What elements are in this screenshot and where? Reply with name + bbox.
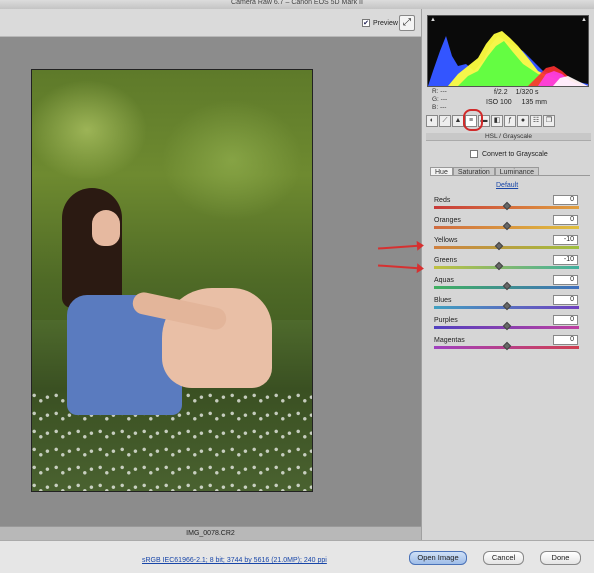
iso: ISO 100	[486, 99, 512, 106]
preview-label: Preview	[373, 19, 398, 27]
readout-r: R: ---	[432, 88, 447, 95]
basic-tab-icon[interactable]: ◐	[426, 115, 438, 127]
slider-value-input[interactable]: 0	[553, 315, 578, 325]
histogram: ▲ ▲	[427, 15, 589, 87]
slider-track[interactable]	[434, 246, 579, 249]
lens-tab-icon[interactable]: ◧	[491, 115, 503, 127]
effects-tab-icon[interactable]: ƒ	[504, 115, 516, 127]
slider-label: Yellows	[434, 237, 458, 244]
photo-subject-face	[92, 210, 120, 246]
slider-label: Reds	[434, 197, 451, 204]
cancel-button[interactable]: Cancel	[483, 551, 524, 565]
panel-header: HSL / Grayscale	[426, 133, 591, 141]
shadow-clip-icon[interactable]: ▲	[430, 17, 436, 23]
histogram-graph	[428, 31, 588, 86]
snapshots-tab-icon[interactable]: ❐	[543, 115, 555, 127]
preview-toolbar: ✔ Preview ⤢	[0, 9, 421, 37]
workflow-options-link[interactable]: sRGB IEC61966-2.1; 8 bit; 3744 by 5616 (…	[142, 557, 327, 564]
camera-calibration-tab-icon[interactable]: ●	[517, 115, 529, 127]
slider-label: Magentas	[434, 337, 465, 344]
slider-track[interactable]	[434, 266, 579, 269]
preview-toggle[interactable]: ✔ Preview	[362, 19, 398, 27]
convert-grayscale[interactable]: Convert to Grayscale	[470, 150, 548, 158]
tone-curve-tab-icon[interactable]: ⟋	[439, 115, 451, 127]
slider-value-input[interactable]: 0	[553, 275, 578, 285]
presets-tab-icon[interactable]: ☷	[530, 115, 542, 127]
readout-b: B: ---	[432, 104, 447, 111]
readout-g: G: ---	[432, 96, 448, 103]
slider-label: Blues	[434, 297, 452, 304]
preview-checkbox[interactable]: ✔	[362, 19, 370, 27]
slider-value-input[interactable]: 0	[553, 195, 578, 205]
fullscreen-button[interactable]: ⤢	[399, 15, 415, 31]
slider-label: Oranges	[434, 217, 461, 224]
adjustment-panel: ▲ ▲ R: --- G: --- B: --- f/2.2 1/320 s I…	[421, 9, 594, 540]
panel-tabs: ◐ ⟋ ▲ ≡ ▬ ◧ ƒ ● ☷ ❐	[426, 115, 591, 129]
photo-subject-hair	[62, 188, 122, 308]
rgb-readout: R: --- G: --- B: ---	[432, 88, 447, 112]
focal-length: 135 mm	[521, 99, 547, 106]
filename-bar: IMG_0078.CR2	[0, 526, 421, 540]
photo-preview	[31, 69, 313, 492]
slider-value-input[interactable]: 0	[553, 295, 578, 305]
convert-grayscale-checkbox[interactable]	[470, 150, 478, 158]
highlight-clip-icon[interactable]: ▲	[581, 17, 587, 23]
bottom-bar: sRGB IEC61966-2.1; 8 bit; 3744 by 5616 (…	[0, 540, 594, 573]
aperture: f/2.2	[494, 89, 508, 96]
shutter-speed: 1/320 s	[515, 89, 539, 96]
subtab-divider	[430, 175, 590, 176]
open-image-button[interactable]: Open Image	[409, 551, 467, 565]
slider-value-input[interactable]: 0	[553, 335, 578, 345]
slider-value-input[interactable]: 0	[553, 215, 578, 225]
slider-label: Greens	[434, 257, 457, 264]
done-button[interactable]: Done	[540, 551, 581, 565]
default-link[interactable]: Default	[496, 182, 518, 189]
slider-label: Purples	[434, 317, 458, 324]
slider-value-input[interactable]: -10	[553, 255, 578, 265]
image-canvas[interactable]	[0, 37, 421, 526]
annotation-circle	[463, 109, 483, 131]
convert-grayscale-label: Convert to Grayscale	[482, 150, 548, 158]
slider-value-input[interactable]: -10	[553, 235, 578, 245]
window-title: Camera Raw 6.7 – Canon EOS 5D Mark II	[0, 0, 594, 9]
camera-info: f/2.2 1/320 s ISO 100 135 mm	[480, 88, 547, 108]
slider-label: Aquas	[434, 277, 454, 284]
